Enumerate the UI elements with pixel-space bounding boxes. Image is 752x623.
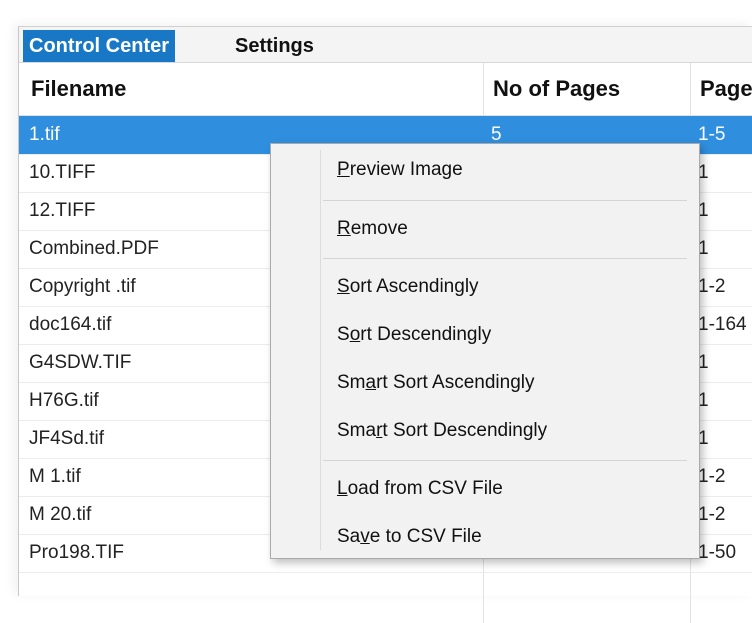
tab-control-center[interactable]: Control Center bbox=[23, 30, 175, 62]
menu-item-mnemonic: S bbox=[337, 276, 350, 297]
menu-item-label-end: e to CSV File bbox=[369, 526, 482, 547]
cell-page-range: 1-2 bbox=[698, 276, 726, 297]
column-header-filename[interactable]: Filename bbox=[31, 63, 126, 115]
menu-remove[interactable]: Remove bbox=[337, 209, 408, 249]
menu-item-label-end: t Sort Descendingly bbox=[382, 420, 548, 441]
menu-save-csv[interactable]: Save to CSV File bbox=[337, 517, 482, 557]
menu-load-csv[interactable]: Load from CSV File bbox=[337, 469, 503, 509]
cell-page-range: 1 bbox=[698, 352, 709, 373]
cell-page-range: 1-2 bbox=[698, 466, 726, 487]
menu-separator bbox=[323, 460, 687, 461]
column-header-no-of-pages[interactable]: No of Pages bbox=[493, 63, 620, 115]
cell-page-range: 1 bbox=[698, 162, 709, 183]
menu-item-mnemonic: R bbox=[337, 218, 351, 239]
cell-page-range: 1-5 bbox=[698, 124, 726, 145]
menu-item-label-end: review Image bbox=[349, 159, 463, 180]
menu-item-label-end: rt Descendingly bbox=[360, 324, 492, 345]
menu-item-mnemonic: L bbox=[337, 478, 348, 499]
menu-item-mnemonic: o bbox=[349, 324, 361, 345]
cell-page-range: 1 bbox=[698, 428, 709, 449]
column-header-page-range[interactable]: Page bbox=[700, 63, 752, 115]
menu-item-label-end: ort Ascendingly bbox=[349, 276, 479, 297]
menu-item-label-end: rt Sort Ascendingly bbox=[376, 372, 535, 393]
menu-separator bbox=[323, 258, 687, 259]
menu-item-mnemonic: a bbox=[365, 372, 377, 393]
tab-settings[interactable]: Settings bbox=[229, 30, 320, 62]
menu-item-label-start: Sm bbox=[337, 372, 366, 393]
menu-smart-sort-descending[interactable]: Smart Sort Descendingly bbox=[337, 411, 547, 451]
cell-page-range: 1-164 bbox=[698, 314, 747, 335]
menu-separator bbox=[323, 200, 687, 201]
menu-item-mnemonic: v bbox=[360, 526, 370, 547]
menu-item-label-end: oad from CSV File bbox=[347, 478, 503, 499]
menu-smart-sort-ascending[interactable]: Smart Sort Ascendingly bbox=[337, 363, 535, 403]
tab-bar: Control Center Settings bbox=[19, 27, 752, 63]
menu-sort-ascending[interactable]: Sort Ascendingly bbox=[337, 267, 479, 307]
context-menu: Preview Image Remove Sort Ascendingly Sort … bbox=[270, 143, 700, 559]
menu-item-label-start: S bbox=[337, 324, 350, 345]
menu-sort-descending[interactable]: Sort Descendingly bbox=[337, 315, 491, 355]
menu-item-label-start: Sa bbox=[337, 526, 361, 547]
cell-page-range: 1 bbox=[698, 390, 709, 411]
menu-icon-gutter bbox=[320, 150, 321, 550]
cell-page-range: 1-2 bbox=[698, 504, 726, 525]
cell-page-range: 1-50 bbox=[698, 542, 737, 563]
menu-item-label-end: emove bbox=[350, 218, 408, 239]
cell-page-range: 1 bbox=[698, 238, 709, 259]
menu-item-label-start: Sma bbox=[337, 420, 377, 441]
table-header: Filename No of Pages Page bbox=[19, 63, 752, 116]
cell-page-range: 1 bbox=[698, 200, 709, 221]
menu-preview-image[interactable]: Preview Image bbox=[337, 150, 463, 190]
menu-item-mnemonic: P bbox=[337, 159, 350, 180]
